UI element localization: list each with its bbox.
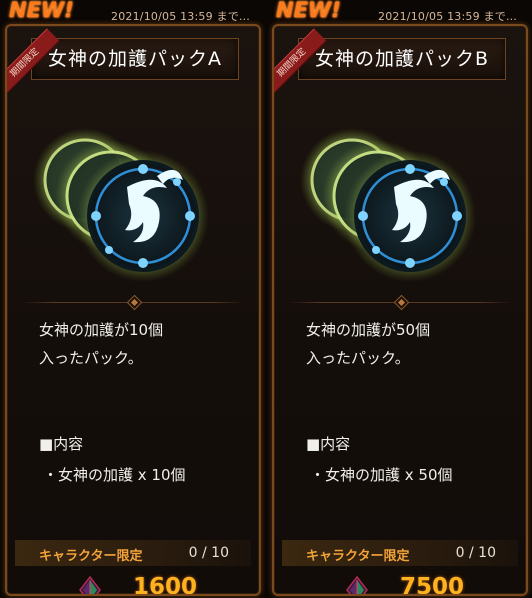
limit-count: 0 / 10 bbox=[188, 545, 229, 561]
purchase-limit-bar: キャラクター限定 0 / 10 bbox=[15, 540, 251, 566]
title-bar: 女神の加護パックB bbox=[298, 38, 506, 80]
pack-card-a[interactable]: NEW! 2021/10/05 13:59 まで… 期間限定 女神の加護パックA bbox=[3, 0, 263, 598]
goddess-medallion-image bbox=[300, 128, 476, 282]
pack-card-b[interactable]: NEW! 2021/10/05 13:59 まで… 期間限定 女神の加護パックB bbox=[270, 0, 530, 598]
limit-count: 0 / 10 bbox=[455, 545, 496, 561]
new-badge: NEW! bbox=[9, 0, 74, 22]
contents-item: ・女神の加護 x 10個 bbox=[43, 466, 186, 484]
description-line: 女神の加護が50個 bbox=[306, 321, 431, 339]
purchase-limit-bar: キャラクター限定 0 / 10 bbox=[282, 540, 518, 566]
goddess-medallion-image bbox=[33, 128, 209, 282]
limit-label: キャラクター限定 bbox=[39, 549, 143, 564]
title-bar: 女神の加護パックA bbox=[31, 38, 239, 80]
divider-diamond-icon bbox=[126, 294, 143, 311]
card-frame: 期間限定 女神の加護パックA 女神の加護が10個 入ったパック。 ■内容 ・女神… bbox=[5, 24, 261, 596]
price: 1600 bbox=[133, 574, 198, 596]
pack-title: 女神の加護パックA bbox=[48, 48, 222, 70]
description-line: 入ったパック。 bbox=[306, 349, 410, 367]
divider-diamond-icon bbox=[393, 294, 410, 311]
contents-item: ・女神の加護 x 50個 bbox=[310, 466, 453, 484]
contents-heading: ■内容 bbox=[39, 435, 84, 453]
description-line: 入ったパック。 bbox=[39, 349, 143, 367]
sale-end-timestamp: 2021/10/05 13:59 まで… bbox=[378, 10, 518, 23]
price: 7500 bbox=[400, 574, 465, 596]
description-line: 女神の加護が10個 bbox=[39, 321, 164, 339]
gem-icon bbox=[346, 576, 368, 594]
card-frame: 期間限定 女神の加護パックB 女神の加護が50個 入ったパック。 ■内容 ・女神… bbox=[272, 24, 528, 596]
limit-label: キャラクター限定 bbox=[306, 549, 410, 564]
gem-icon bbox=[79, 576, 101, 594]
sale-end-timestamp: 2021/10/05 13:59 まで… bbox=[111, 10, 251, 23]
new-badge: NEW! bbox=[276, 0, 341, 22]
pack-title: 女神の加護パックB bbox=[314, 48, 490, 70]
pack-description: 女神の加護が10個 入ったパック。 bbox=[39, 316, 249, 372]
pack-description: 女神の加護が50個 入ったパック。 bbox=[306, 316, 516, 372]
contents-heading: ■内容 bbox=[306, 435, 351, 453]
